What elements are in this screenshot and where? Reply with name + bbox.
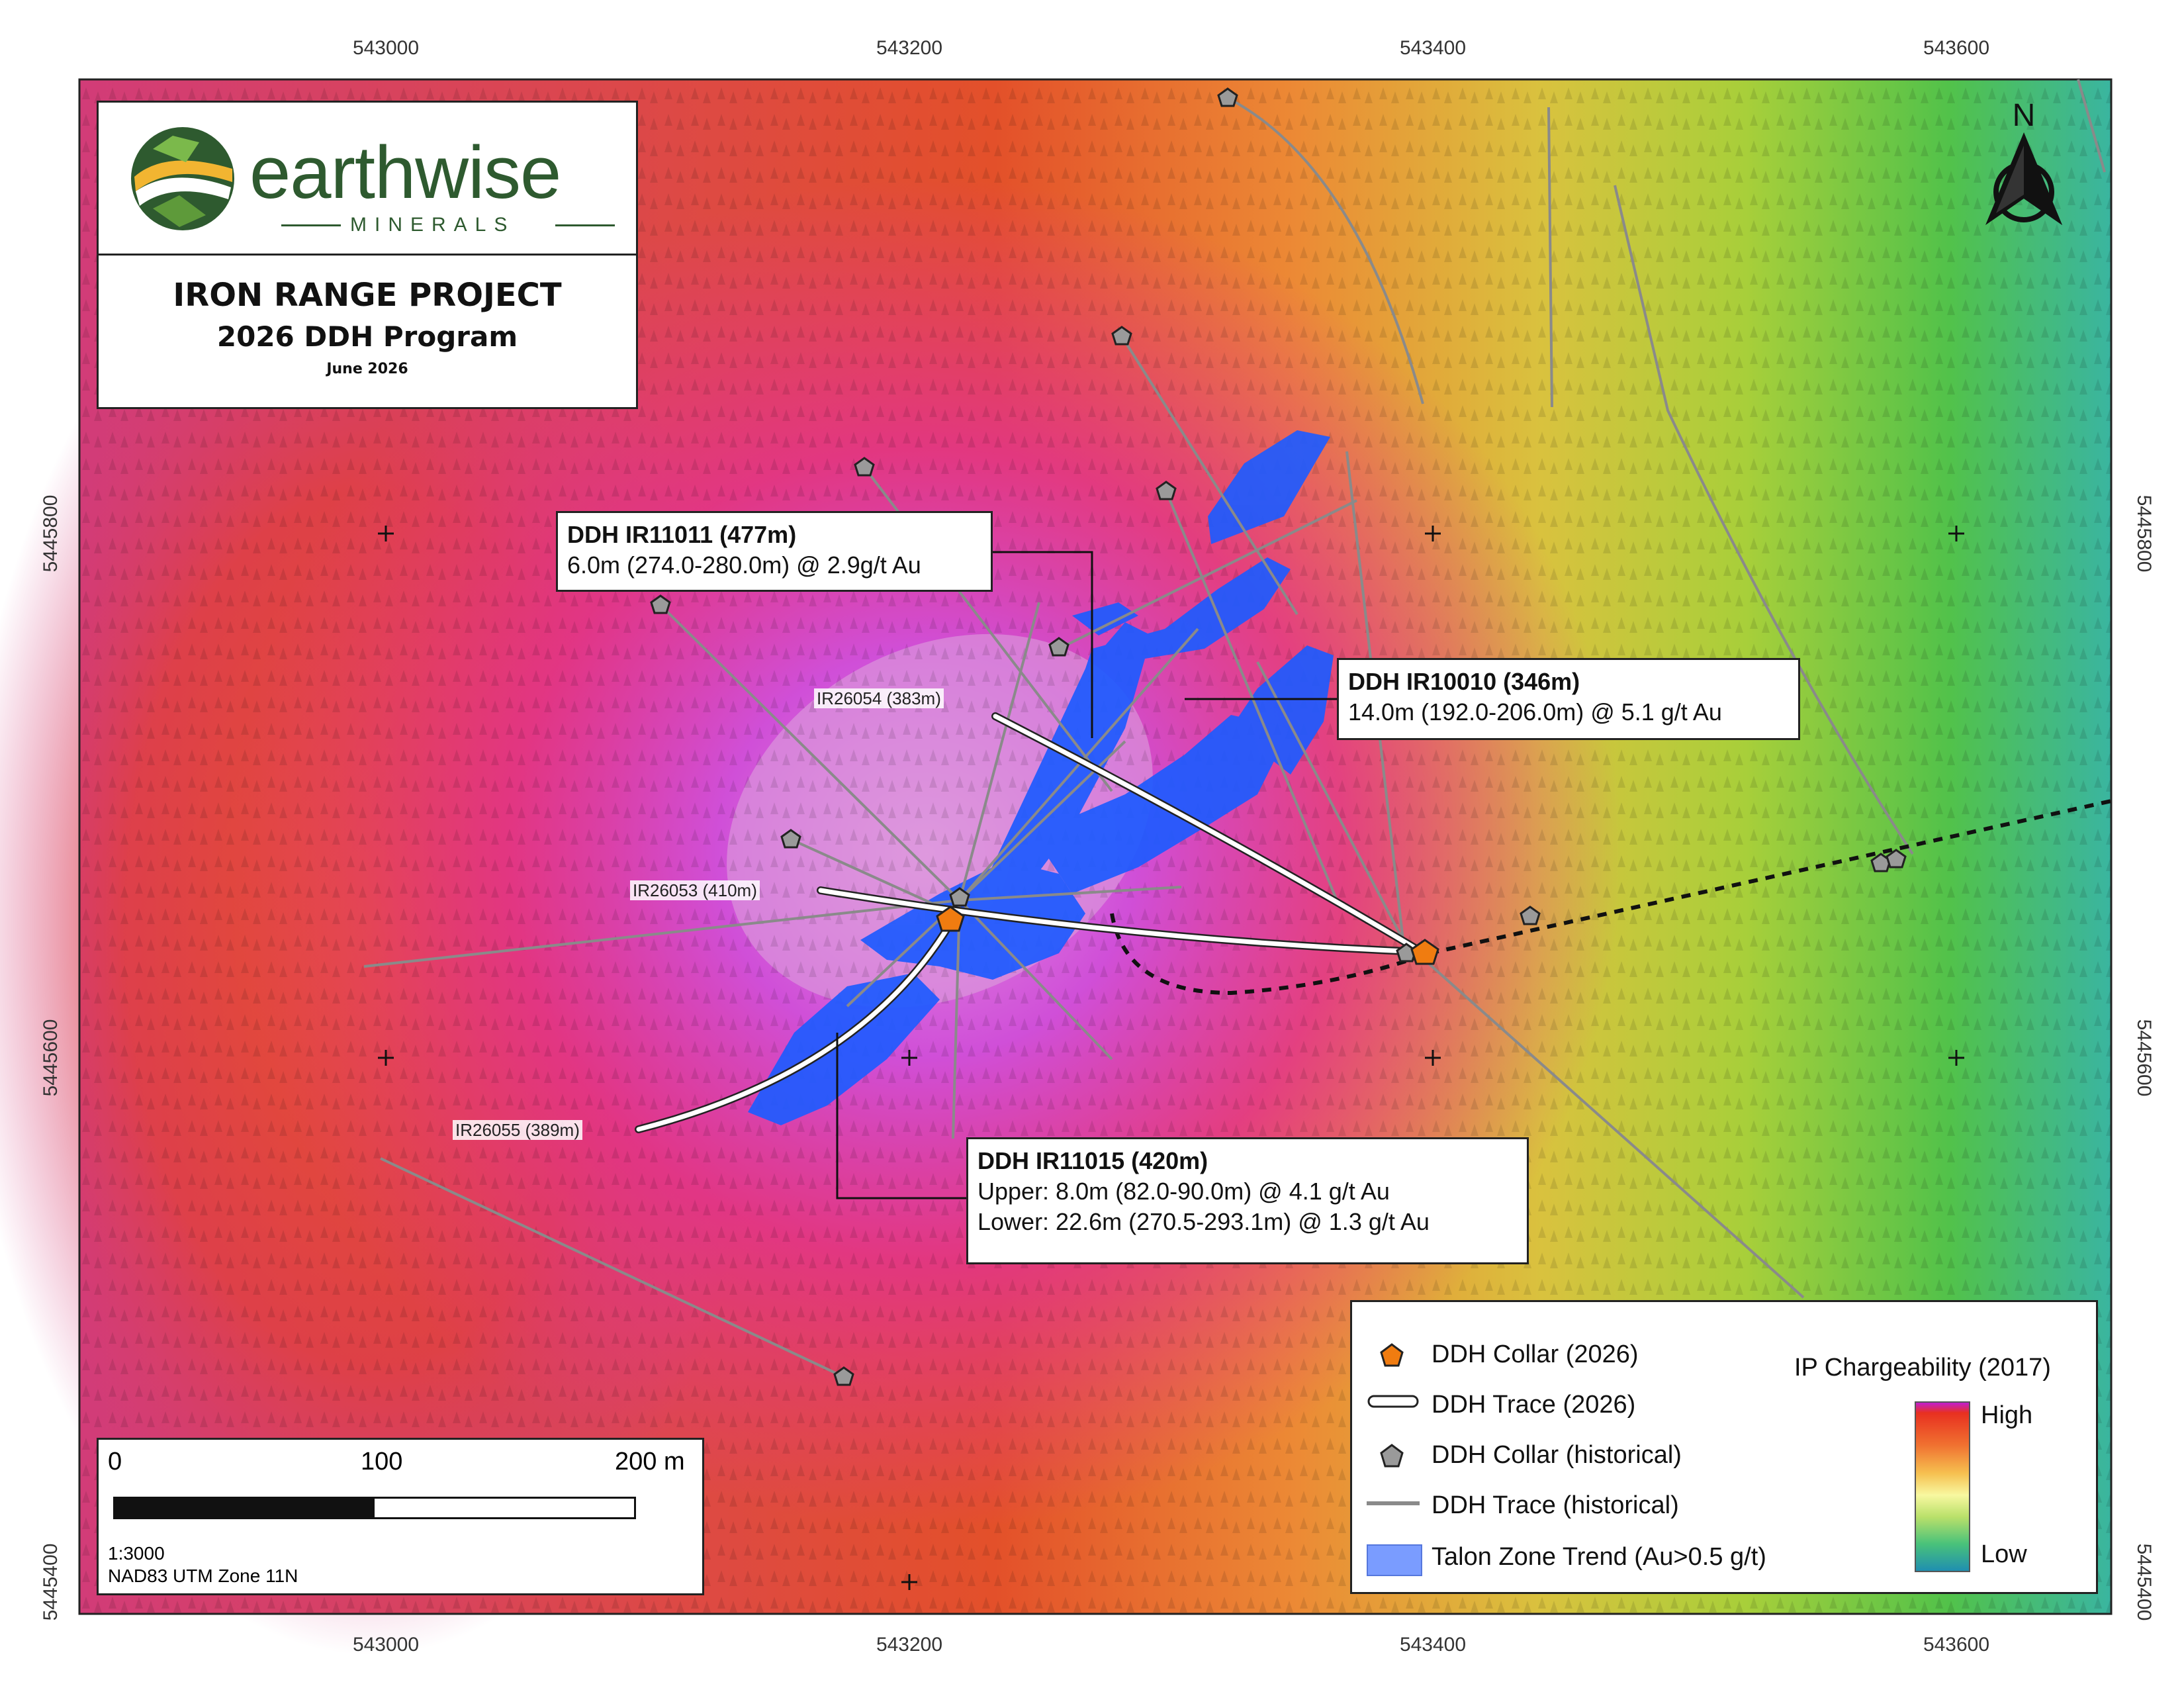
legend-trace-2026-label: DDH Trace (2026) xyxy=(1432,1391,1636,1419)
callout-ir11015: DDH IR11015 (420m) Upper: 8.0m (82.0-90.… xyxy=(966,1137,1529,1264)
x-label-543400-bottom: 543400 xyxy=(1400,1634,1466,1656)
label-ir26054: IR26054 (383m) xyxy=(814,688,944,708)
legend-collar-hist-label: DDH Collar (historical) xyxy=(1432,1441,1682,1469)
scale-label-100: 100 xyxy=(361,1448,403,1476)
logo: earthwise MINERALS xyxy=(99,103,636,256)
scale-label-0: 0 xyxy=(108,1448,122,1476)
callout-ir10010: DDH IR10010 (346m) 14.0m (192.0-206.0m) … xyxy=(1337,658,1800,740)
label-ir26055: IR26055 (389m) xyxy=(453,1120,582,1140)
title-panel: earthwise MINERALS IRON RANGE PROJECT 20… xyxy=(97,101,638,409)
legend-collar-hist-icon xyxy=(1380,1444,1404,1468)
scale-bar-graphic xyxy=(113,1497,636,1519)
program-title: 2026 DDH Program xyxy=(216,320,518,353)
scale-label-200: 200 m xyxy=(615,1448,685,1476)
y-label-5445800-right: 5445800 xyxy=(2133,495,2155,573)
callout-ir11011-title: DDH IR11011 (477m) xyxy=(567,521,797,548)
logo-subtitle: MINERALS xyxy=(350,214,516,236)
legend-talon-label: Talon Zone Trend (Au>0.5 g/t) xyxy=(1432,1543,1766,1571)
x-label-543200-bottom: 543200 xyxy=(876,1634,942,1656)
y-label-5445800-left: 5445800 xyxy=(40,495,62,573)
y-label-5445400-left: 5445400 xyxy=(40,1544,62,1621)
logo-rule-right xyxy=(555,224,615,226)
legend-ip-high: High xyxy=(1981,1401,2033,1429)
callout-ir11015-title: DDH IR11015 (420m) xyxy=(978,1147,1208,1174)
logo-mark-icon xyxy=(131,127,234,230)
callout-ir10010-line1: 14.0m (192.0-206.0m) @ 5.1 g/t Au xyxy=(1348,698,1722,726)
legend-talon-icon xyxy=(1367,1544,1422,1576)
legend-ip-ramp xyxy=(1915,1401,1970,1572)
y-label-5445600-left: 5445600 xyxy=(40,1019,62,1097)
callout-ir11011-line1: 6.0m (274.0-280.0m) @ 2.9g/t Au xyxy=(567,551,921,579)
legend-trace-2026-icon xyxy=(1367,1395,1419,1408)
logo-rule-left xyxy=(281,224,341,226)
x-label-543000-top: 543000 xyxy=(353,37,419,59)
north-label: N xyxy=(2013,98,2036,133)
legend-ip-title: IP Chargeability (2017) xyxy=(1794,1354,2051,1382)
scale-bar-panel: 0 100 200 m 1:3000 NAD83 UTM Zone 11N xyxy=(97,1438,704,1595)
callout-ir11011: DDH IR11011 (477m) 6.0m (274.0-280.0m) @… xyxy=(556,511,993,592)
legend-trace-hist-label: DDH Trace (historical) xyxy=(1432,1491,1679,1519)
legend-panel: DDH Collar (2026) DDH Trace (2026) DDH C… xyxy=(1350,1300,2098,1594)
label-ir26053: IR26053 (410m) xyxy=(630,880,760,900)
callout-ir11015-line1: Upper: 8.0m (82.0-90.0m) @ 4.1 g/t Au xyxy=(978,1178,1390,1205)
logo-wordmark: earthwise xyxy=(250,131,561,214)
legend-collar-2026-label: DDH Collar (2026) xyxy=(1432,1340,1639,1368)
map-datum: NAD83 UTM Zone 11N xyxy=(108,1566,298,1586)
legend-ip-low: Low xyxy=(1981,1540,2027,1568)
legend-trace-hist-icon xyxy=(1367,1501,1420,1505)
project-title: IRON RANGE PROJECT xyxy=(173,277,562,314)
x-label-543600-top: 543600 xyxy=(1923,37,1989,59)
scale-ratio: 1:3000 xyxy=(108,1543,165,1564)
y-label-5445400-right: 5445400 xyxy=(2133,1544,2155,1621)
x-label-543200-top: 543200 xyxy=(876,37,942,59)
y-label-5445600-right: 5445600 xyxy=(2133,1019,2155,1097)
legend-collar-2026-icon xyxy=(1380,1343,1404,1367)
callout-ir11015-line2: Lower: 22.6m (270.5-293.1m) @ 1.3 g/t Au xyxy=(978,1208,1430,1235)
x-label-543600-bottom: 543600 xyxy=(1923,1634,1989,1656)
x-label-543000-bottom: 543000 xyxy=(353,1634,419,1656)
map-date: June 2026 xyxy=(326,361,408,377)
callout-ir10010-title: DDH IR10010 (346m) xyxy=(1348,668,1580,695)
x-label-543400-top: 543400 xyxy=(1400,37,1466,59)
